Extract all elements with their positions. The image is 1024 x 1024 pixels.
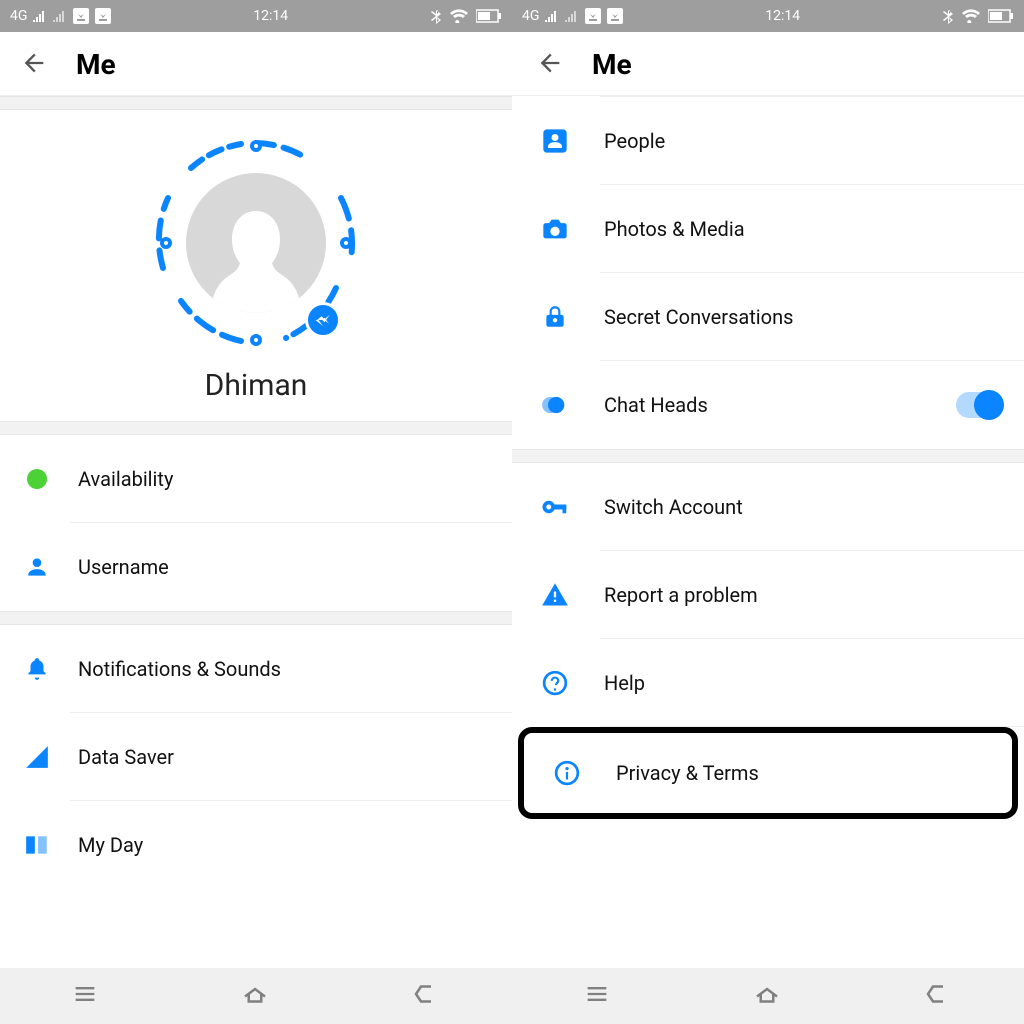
network-label: 4G	[522, 8, 539, 24]
wifi-icon	[450, 9, 468, 23]
my-day-icon	[22, 830, 52, 860]
status-time: 12:14	[253, 8, 288, 24]
nav-back-icon[interactable]	[923, 979, 953, 1013]
avatar	[186, 173, 326, 313]
menu-item-privacy[interactable]: Privacy & Terms	[524, 733, 1012, 813]
download-icon	[607, 8, 623, 24]
chat-heads-icon	[540, 390, 570, 420]
menu-item-people[interactable]: People	[512, 97, 1024, 185]
app-header: Me	[0, 32, 512, 95]
help-icon	[540, 668, 570, 698]
menu-label: Chat Heads	[604, 393, 708, 417]
menu-label: Secret Conversations	[604, 305, 793, 329]
network-label: 4G	[10, 8, 27, 24]
menu-label: Report a problem	[604, 583, 758, 607]
person-icon	[22, 552, 52, 582]
status-bar: 4G 12:14	[512, 0, 1024, 32]
status-bar: 4G 12:14	[0, 0, 512, 32]
menu-item-my-day[interactable]: My Day	[0, 801, 512, 889]
bell-icon	[22, 654, 52, 684]
screen-left: 4G 12:14 Me	[0, 0, 512, 1024]
menu-item-chat-heads[interactable]: Chat Heads	[512, 361, 1024, 449]
nav-menu-icon[interactable]	[583, 980, 611, 1012]
signal-icon	[33, 10, 47, 22]
availability-icon	[22, 464, 52, 494]
nav-menu-icon[interactable]	[71, 980, 99, 1012]
wifi-icon	[962, 9, 980, 23]
info-icon	[552, 758, 582, 788]
messenger-icon	[305, 302, 341, 338]
nav-back-icon[interactable]	[411, 979, 441, 1013]
menu-label: Data Saver	[78, 745, 174, 769]
download-icon	[585, 8, 601, 24]
menu-item-secret[interactable]: Secret Conversations	[512, 273, 1024, 361]
status-time: 12:14	[765, 8, 800, 24]
warning-icon	[540, 580, 570, 610]
menu-item-availability[interactable]: Availability	[0, 435, 512, 523]
nav-bar	[0, 968, 512, 1024]
chat-heads-toggle[interactable]	[956, 392, 1002, 418]
menu-label: Privacy & Terms	[616, 761, 759, 785]
menu-item-username[interactable]: Username	[0, 523, 512, 611]
nav-bar	[512, 968, 1024, 1024]
menu-label: Availability	[78, 467, 173, 491]
data-saver-icon	[22, 742, 52, 772]
profile-name: Dhiman	[205, 368, 308, 403]
menu-label: People	[604, 129, 665, 153]
download-icon	[95, 8, 111, 24]
menu-item-report[interactable]: Report a problem	[512, 551, 1024, 639]
nav-home-icon[interactable]	[240, 979, 270, 1013]
nav-home-icon[interactable]	[752, 979, 782, 1013]
menu-item-photos[interactable]: Photos & Media	[512, 185, 1024, 273]
signal-icon-2	[565, 10, 579, 22]
menu-label: Username	[78, 555, 169, 579]
menu-label: Help	[604, 671, 645, 695]
key-icon	[540, 492, 570, 522]
camera-icon	[540, 214, 570, 244]
profile-scan-code[interactable]: Dhiman	[0, 110, 512, 421]
battery-icon	[988, 9, 1014, 23]
menu-label: Photos & Media	[604, 217, 745, 241]
page-title: Me	[592, 48, 632, 81]
app-header: Me	[512, 32, 1024, 95]
people-icon	[540, 126, 570, 156]
bluetooth-icon	[942, 8, 954, 24]
menu-label: Switch Account	[604, 495, 743, 519]
screen-right: 4G 12:14 Me People Photos & Media	[512, 0, 1024, 1024]
bluetooth-icon	[430, 8, 442, 24]
signal-icon-2	[53, 10, 67, 22]
menu-item-notifications[interactable]: Notifications & Sounds	[0, 625, 512, 713]
menu-item-help[interactable]: Help	[512, 639, 1024, 727]
menu-label: My Day	[78, 833, 143, 857]
menu-item-data-saver[interactable]: Data Saver	[0, 713, 512, 801]
back-icon[interactable]	[20, 49, 48, 81]
menu-item-switch-account[interactable]: Switch Account	[512, 463, 1024, 551]
back-icon[interactable]	[536, 49, 564, 81]
highlighted-privacy-terms: Privacy & Terms	[518, 727, 1018, 819]
menu-label: Notifications & Sounds	[78, 657, 281, 681]
signal-icon	[545, 10, 559, 22]
battery-icon	[476, 9, 502, 23]
download-icon	[73, 8, 89, 24]
lock-icon	[540, 302, 570, 332]
page-title: Me	[76, 48, 116, 81]
